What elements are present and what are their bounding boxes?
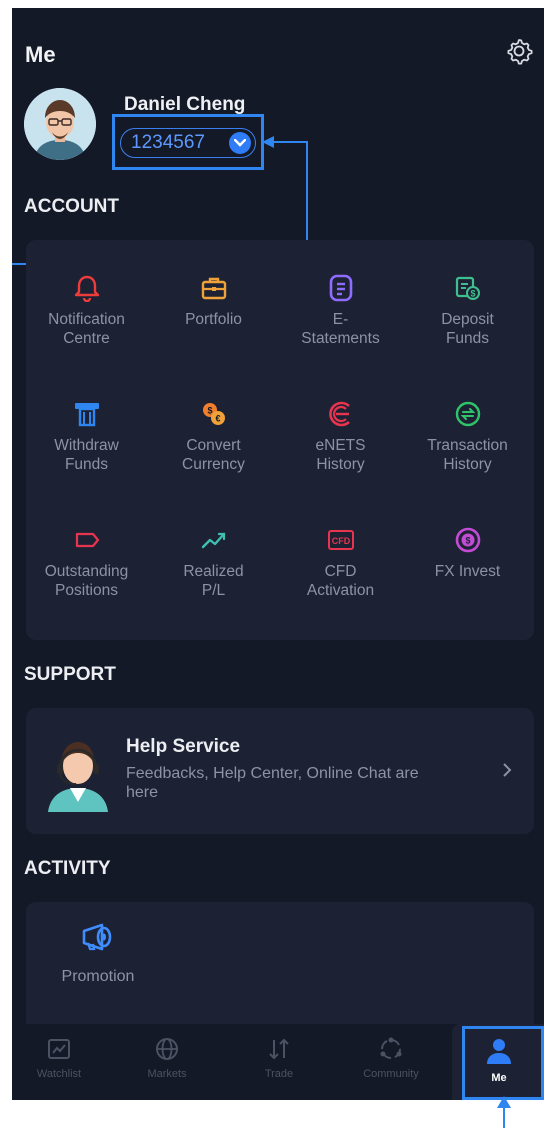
nav-item-community[interactable]: Community	[346, 1036, 436, 1080]
help-service-subtitle: Feedbacks, Help Center, Online Chat are …	[126, 765, 419, 801]
bell-icon	[74, 275, 99, 302]
document-icon	[329, 274, 352, 302]
help-service-title: Help Service	[126, 736, 241, 757]
menu-item-outstanding-positions[interactable]: Outstanding Positions	[28, 526, 145, 600]
atm-icon	[74, 403, 99, 427]
arrow-head-icon	[262, 136, 274, 148]
chart-icon	[48, 1039, 70, 1059]
page-title: Me	[25, 42, 56, 67]
section-title-account: ACCOUNT	[24, 196, 119, 217]
enets-icon	[328, 401, 350, 427]
menu-item-enets-history[interactable]: eNETS History	[282, 400, 399, 474]
globe-icon	[156, 1038, 178, 1060]
support-agent-icon	[48, 742, 108, 812]
menu-item-realized-pl[interactable]: Realized P/L	[155, 526, 272, 600]
cfd-icon: CFD	[327, 530, 354, 550]
activity-card: Promotion	[26, 902, 534, 1042]
section-title-activity: ACTIVITY	[24, 858, 111, 879]
menu-item-withdraw-funds[interactable]: Withdraw Funds	[28, 400, 145, 474]
svg-text:$: $	[470, 289, 475, 299]
deposit-icon: $	[455, 276, 480, 300]
community-icon	[380, 1037, 402, 1059]
briefcase-icon	[201, 277, 226, 300]
account-grid: Notification Centre Portfolio E- Stateme…	[26, 240, 534, 640]
gear-icon[interactable]	[504, 36, 534, 66]
section-title-support: SUPPORT	[24, 664, 116, 685]
tag-icon	[75, 532, 99, 548]
user-name: Daniel Cheng	[124, 94, 246, 115]
sort-arrows-icon	[269, 1038, 289, 1060]
trend-line-icon	[201, 532, 225, 549]
menu-item-deposit-funds[interactable]: $ Deposit Funds	[409, 274, 526, 348]
fx-coin-icon: $	[455, 527, 480, 553]
svg-text:$: $	[207, 406, 212, 416]
svg-text:€: €	[215, 414, 220, 424]
help-service-card[interactable]: Help Service Feedbacks, Help Center, Onl…	[26, 708, 534, 834]
nav-item-watchlist[interactable]: Watchlist	[14, 1036, 104, 1080]
svg-text:CFD: CFD	[331, 536, 350, 546]
currency-exchange-icon: $€	[202, 403, 225, 425]
chevron-right-icon	[503, 763, 512, 777]
transfer-icon	[455, 401, 480, 427]
highlight-box-account	[112, 114, 264, 170]
menu-item-portfolio[interactable]: Portfolio	[155, 274, 272, 329]
menu-item-transaction-history[interactable]: Transaction History	[409, 400, 526, 474]
megaphone-icon	[82, 923, 112, 951]
arrow-head-icon	[497, 1096, 511, 1108]
svg-text:$: $	[465, 536, 470, 546]
menu-item-fx-invest[interactable]: $ FX Invest	[409, 526, 526, 581]
me-screen: Me Daniel Cheng 1234567 ACCOUNT Notifica…	[12, 8, 544, 1100]
avatar[interactable]	[24, 88, 96, 160]
menu-item-notification-centre[interactable]: Notification Centre	[28, 274, 145, 348]
nav-item-markets[interactable]: Markets	[122, 1036, 212, 1080]
nav-item-trade[interactable]: Trade	[234, 1036, 324, 1080]
menu-item-convert-currency[interactable]: $ € Convert Currency	[155, 400, 272, 474]
menu-item-e-statements[interactable]: E- Statements	[282, 274, 399, 348]
promotion-label: Promotion	[61, 968, 135, 985]
highlight-box-me-tab	[462, 1026, 544, 1100]
menu-item-cfd-activation[interactable]: CFD CFD Activation	[282, 526, 399, 600]
